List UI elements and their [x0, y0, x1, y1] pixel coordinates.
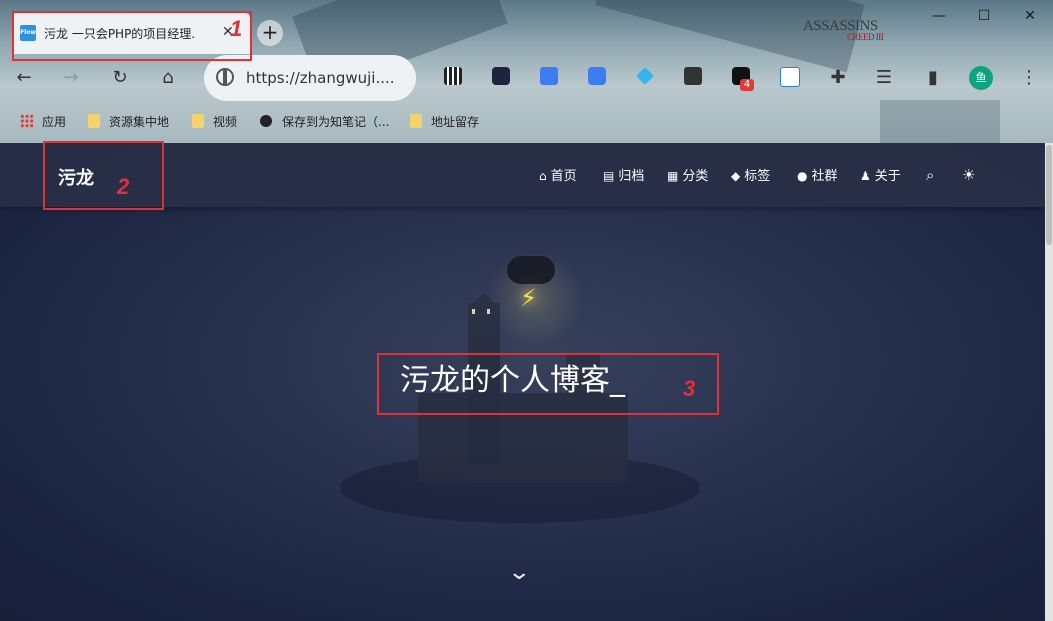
chart-extension-icon[interactable]	[492, 67, 510, 85]
chat-icon: ●	[797, 169, 808, 183]
site-info-icon[interactable]	[216, 68, 234, 86]
menu-kebab-icon[interactable]: ⋮	[1017, 66, 1041, 90]
download-extension-icon[interactable]	[780, 67, 800, 87]
bookmark-folder[interactable]: 视频	[192, 113, 237, 131]
scene-window	[472, 309, 475, 314]
nav-about[interactable]: ♟ 关于	[860, 167, 901, 186]
folder-icon	[410, 114, 422, 128]
url-text[interactable]: https://zhangwuji....	[246, 68, 395, 88]
scrollbar-thumb[interactable]	[1046, 145, 1052, 245]
bookmark-label: 保存到为知笔记（...	[282, 115, 390, 129]
annotation-number: 3	[683, 376, 696, 401]
maximize-icon[interactable]: ☐	[974, 6, 994, 26]
reload-icon[interactable]: ↻	[108, 66, 132, 90]
archive-icon: ▤	[603, 169, 615, 183]
nav-community[interactable]: ● 社群	[797, 167, 838, 186]
theme-logo-subtext: CREED III	[847, 32, 884, 42]
home-icon: ⌂	[539, 169, 547, 183]
chevron-down-icon[interactable]: ⌄	[507, 561, 531, 585]
theme-logo: ASSASSINS CREED III	[803, 18, 903, 42]
nav-label: 社群	[811, 169, 838, 184]
folder-icon	[88, 114, 100, 128]
minimize-icon[interactable]: —	[929, 6, 949, 26]
qr-code-extension-icon[interactable]	[444, 67, 462, 85]
category-icon: ▦	[667, 169, 679, 183]
circle-extension-icon[interactable]	[588, 67, 606, 85]
folder-icon	[192, 114, 204, 128]
bookmark-apps[interactable]: 应用	[20, 113, 66, 131]
annotation-box	[12, 11, 252, 61]
user-icon: ♟	[860, 169, 871, 183]
reading-list-icon[interactable]: ☰	[872, 66, 896, 90]
nav-archive[interactable]: ▤ 归档	[603, 167, 644, 186]
side-panel-icon[interactable]: ▮	[921, 66, 945, 90]
extensions-puzzle-icon[interactable]: ✚	[826, 66, 850, 90]
stats-extension-icon[interactable]	[540, 67, 558, 85]
nav-label: 首页	[550, 169, 577, 184]
annotation-box	[43, 141, 164, 210]
nav-tags[interactable]: ◆ 标签	[731, 167, 770, 186]
profile-avatar[interactable]: 鱼	[969, 66, 993, 90]
nav-label: 标签	[744, 169, 771, 184]
bookmark-folder[interactable]: 地址留存	[410, 113, 479, 131]
annotation-number: 2	[117, 174, 130, 199]
search-icon[interactable]: ⌕	[926, 166, 934, 184]
home-button-icon[interactable]: ⌂	[156, 66, 180, 90]
bookmark-link[interactable]: 保存到为知笔记（...	[260, 113, 389, 131]
scene-window	[487, 309, 490, 314]
bookmark-folder[interactable]: 资源集中地	[88, 113, 169, 131]
bookmark-label: 资源集中地	[109, 115, 170, 129]
close-window-icon[interactable]: ✕	[1020, 6, 1040, 26]
bookmark-label: 地址留存	[431, 115, 480, 129]
annotation-number: 1	[230, 16, 243, 41]
forward-icon[interactable]: →	[59, 66, 83, 90]
nav-category[interactable]: ▦ 分类	[667, 167, 708, 186]
nav-label: 关于	[874, 169, 901, 184]
nav-label: 分类	[682, 169, 709, 184]
address-bar[interactable]: https://zhangwuji....	[204, 55, 416, 101]
theme-toggle-sun-icon[interactable]: ☀	[962, 166, 975, 184]
extension-badge: 4	[740, 79, 754, 91]
bookmark-label: 视频	[213, 115, 238, 129]
lightning-icon: ⚡	[520, 284, 537, 312]
theme-decoration	[880, 100, 1000, 143]
new-tab-button[interactable]: +	[257, 20, 283, 46]
apps-icon	[20, 114, 34, 128]
annotation-box	[377, 353, 719, 415]
page-scrollbar[interactable]	[1045, 143, 1053, 621]
nav-label: 归档	[618, 169, 645, 184]
back-icon[interactable]: ←	[12, 66, 36, 90]
terminal-extension-icon[interactable]	[684, 67, 702, 85]
github-icon	[260, 115, 272, 127]
bookmark-label: 应用	[42, 115, 67, 129]
nav-home[interactable]: ⌂ 首页	[539, 167, 577, 186]
cloud-icon	[507, 256, 555, 284]
tag-icon: ◆	[731, 169, 741, 183]
